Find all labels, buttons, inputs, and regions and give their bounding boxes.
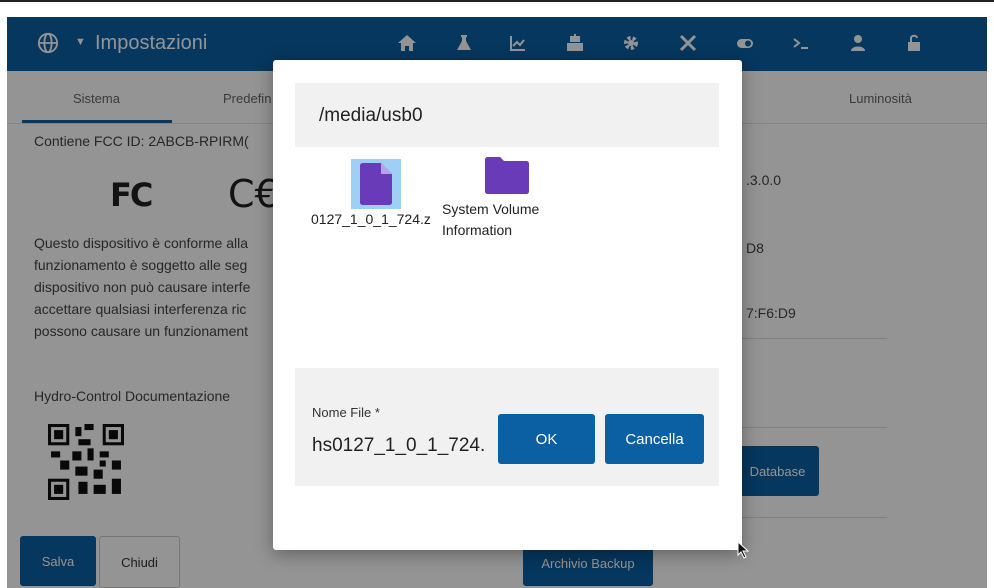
- window-top-border: [0, 0, 994, 2]
- folder-name[interactable]: System Volume Information: [442, 199, 572, 241]
- file-name[interactable]: 0127_1_0_1_724.z: [311, 211, 444, 227]
- file-save-dialog: /media/usb0 0127_1_0_1_724.z System Volu…: [273, 60, 742, 550]
- ok-button[interactable]: OK: [498, 414, 595, 464]
- file-icon[interactable]: [360, 163, 392, 205]
- filename-label: Nome File *: [312, 405, 380, 420]
- file-selection-highlight[interactable]: [351, 159, 401, 209]
- cancel-button[interactable]: Cancella: [605, 414, 704, 464]
- filename-panel: Nome File * OK Cancella: [295, 368, 719, 486]
- filename-input[interactable]: [312, 431, 488, 461]
- mouse-cursor-icon: [737, 541, 750, 559]
- current-path-bar: /media/usb0: [295, 83, 719, 147]
- current-path: /media/usb0: [319, 105, 423, 126]
- folder-icon[interactable]: [485, 156, 529, 194]
